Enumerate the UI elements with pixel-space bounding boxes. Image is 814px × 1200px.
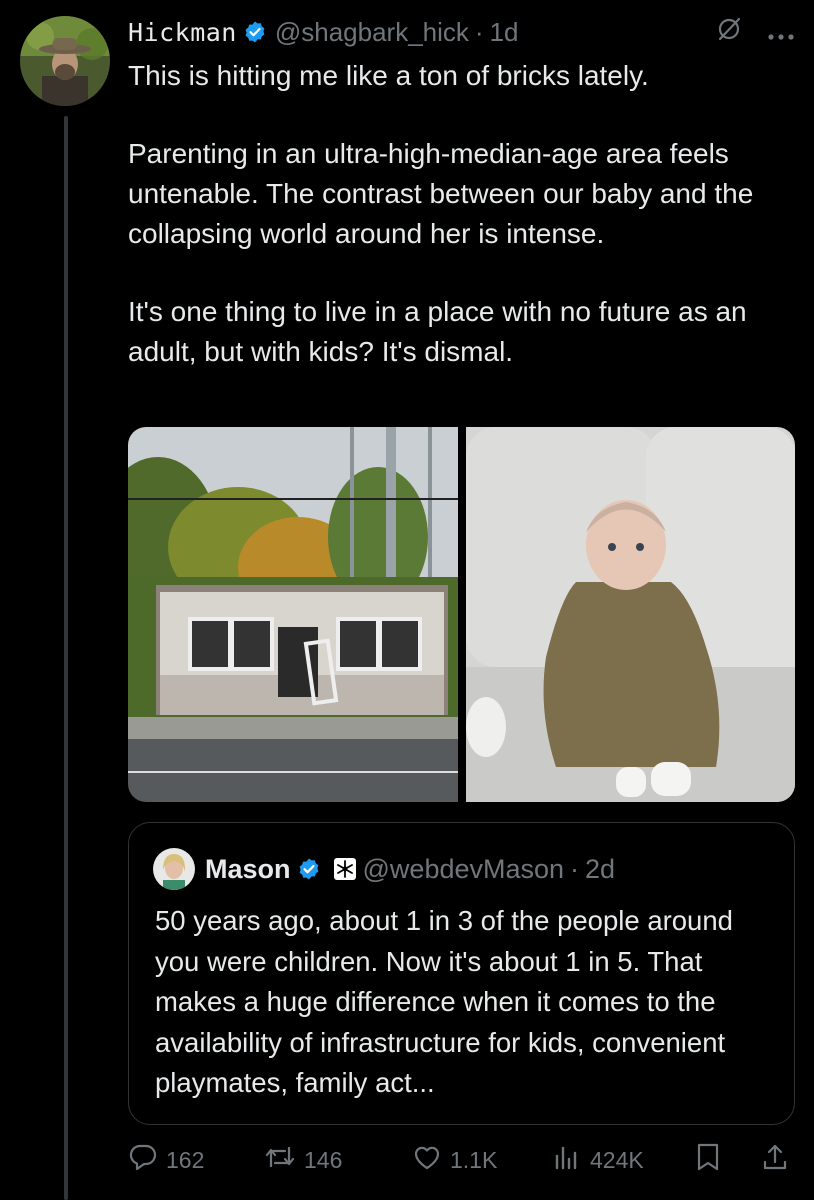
verified-badge-icon (243, 20, 267, 44)
quoted-author-avatar[interactable] (153, 848, 195, 890)
tweet-paragraph: It's one thing to live in a place with n… (128, 296, 747, 367)
tweet-paragraph: Parenting in an ultra-high-median-age ar… (128, 138, 754, 249)
like-button[interactable]: 1.1K (412, 1140, 497, 1180)
separator-dot: · (570, 853, 580, 884)
separator-dot: · (474, 16, 484, 47)
affiliate-badge-icon (333, 857, 357, 881)
quoted-author-name[interactable]: Mason (205, 854, 291, 885)
abandoned-building-photo[interactable] (128, 427, 458, 802)
quoted-tweet-header: Mason @webdevMason · 2d (153, 847, 615, 891)
repost-count: 146 (304, 1146, 343, 1173)
tweet-header: Hickman @shagbark_hick · 1d (128, 12, 794, 52)
grok-icon[interactable] (716, 16, 742, 49)
quoted-tweet-text: 50 years ago, about 1 in 3 of the people… (155, 905, 733, 1098)
views-count: 424K (590, 1146, 644, 1173)
reply-button[interactable]: 162 (128, 1140, 204, 1180)
more-icon[interactable] (768, 17, 794, 48)
views-button[interactable]: 424K (552, 1140, 644, 1180)
author-name[interactable]: Hickman (128, 18, 237, 47)
tweet-media-grid (128, 427, 795, 802)
thread-connector-line (64, 116, 68, 1200)
quoted-author-handle[interactable]: @webdevMason (363, 854, 565, 885)
author-handle[interactable]: @shagbark_hick (275, 17, 469, 48)
tweet-body: This is hitting me like a ton of bricks … (128, 56, 800, 410)
views-icon (552, 1142, 582, 1178)
header-actions (716, 12, 794, 52)
repost-button[interactable]: 146 (264, 1140, 342, 1180)
quoted-tweet[interactable]: Mason @webdevMason · 2d 50 years ago, ab… (128, 822, 795, 1125)
bookmark-icon (694, 1142, 722, 1178)
author-avatar[interactable] (20, 16, 110, 106)
reply-icon (128, 1142, 158, 1178)
quoted-tweet-time[interactable]: 2d (585, 854, 615, 885)
bookmark-button[interactable] (694, 1140, 722, 1180)
share-button[interactable] (760, 1140, 790, 1180)
verified-badge-icon (297, 857, 321, 881)
like-count: 1.1K (450, 1146, 498, 1173)
like-icon (412, 1142, 442, 1178)
repost-icon (264, 1142, 296, 1178)
tweet-action-bar: 162 146 1.1K 424K (128, 1140, 798, 1180)
tweet-paragraph: This is hitting me like a ton of bricks … (128, 60, 649, 91)
reply-count: 162 (166, 1146, 205, 1173)
baby-on-couch-photo[interactable] (465, 427, 795, 802)
share-icon (760, 1142, 790, 1178)
tweet-time[interactable]: 1d (490, 17, 519, 48)
